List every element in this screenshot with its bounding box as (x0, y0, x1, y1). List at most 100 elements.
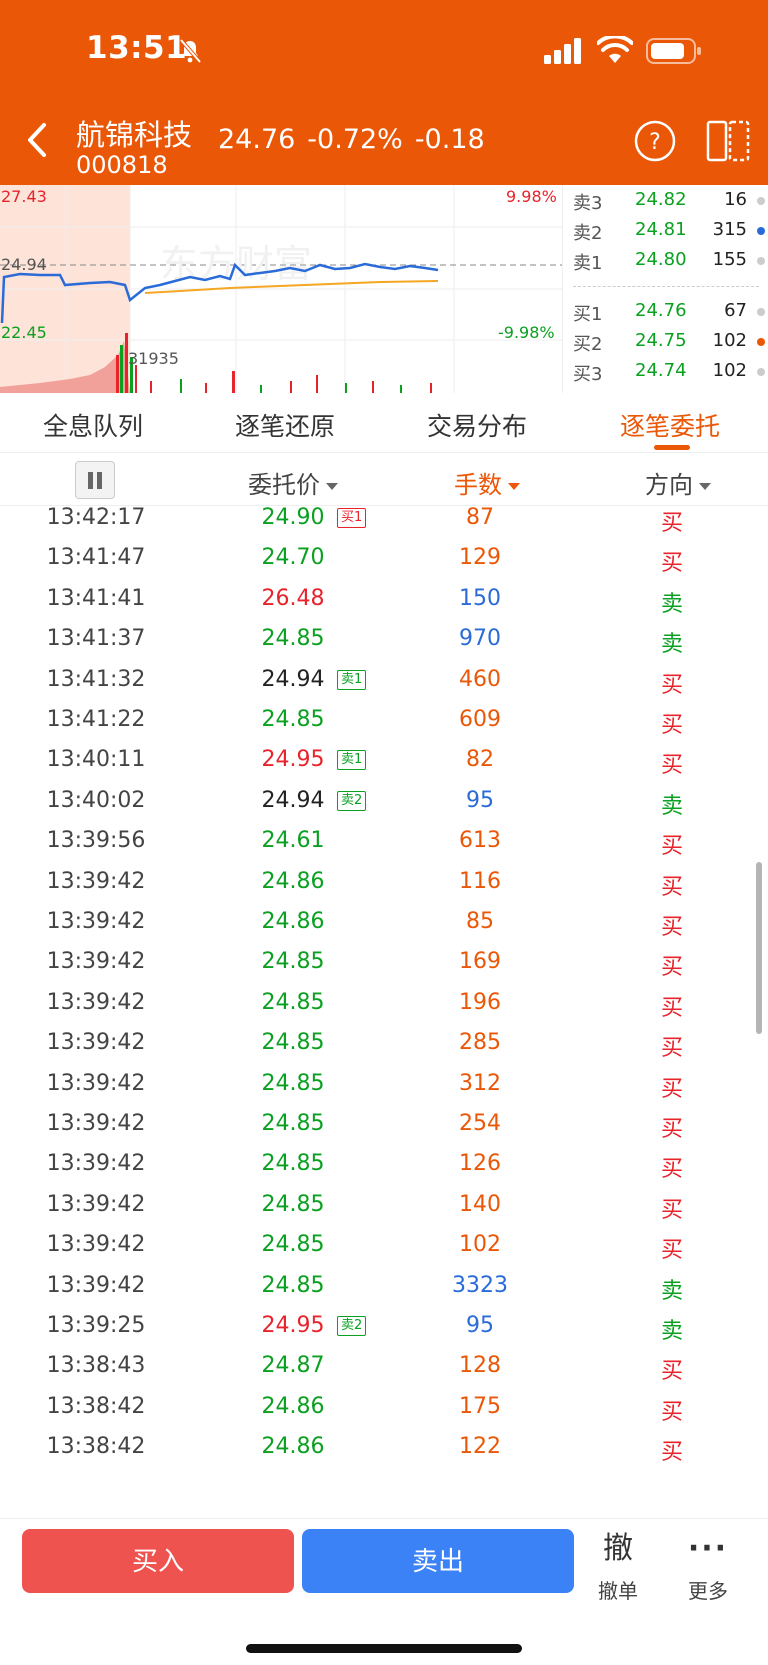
scrollbar[interactable] (756, 862, 762, 1034)
ask-dot (757, 197, 765, 205)
order-volume: 122 (459, 1434, 501, 1460)
order-volume: 95 (466, 787, 494, 813)
last-price: 24.76 (218, 124, 296, 155)
order-row[interactable]: 13:39:42 24.86 116 买 (0, 862, 768, 905)
tab-trade-distribution[interactable]: 交易分布 (427, 407, 527, 443)
ask-price: 24.82 (635, 189, 687, 210)
more-action[interactable]: ··· 更多 (668, 1529, 748, 1604)
order-price: 24.94 (261, 787, 325, 813)
bid-level: 买3 (573, 364, 603, 385)
bid-row: 买2 24.75 102 (573, 330, 765, 360)
intraday-mini-chart[interactable]: 东方财富 27.43 24.94 22.45 9.98% -9.98% 3193… (0, 185, 562, 393)
order-direction: 买 (660, 1117, 683, 1142)
order-row[interactable]: 13:39:42 24.85 140 买 (0, 1185, 768, 1228)
order-row[interactable]: 13:41:47 24.70 129 买 (0, 538, 768, 581)
ask-level: 卖1 (573, 253, 603, 274)
order-direction: 卖 (660, 1278, 683, 1304)
queue-position-badge: 卖1 (337, 669, 367, 690)
queue-position-badge: 卖2 (337, 790, 367, 811)
order-price: 24.85 (261, 1070, 325, 1096)
order-time: 13:39:42 (46, 1191, 146, 1217)
ask-dot (757, 227, 765, 235)
ask-volume: 315 (712, 219, 747, 240)
sell-button[interactable]: 卖出 (302, 1529, 574, 1593)
order-volume: 128 (459, 1353, 501, 1379)
tab-tick-orders[interactable]: 逐笔委托 (620, 407, 720, 443)
order-direction: 买 (660, 955, 683, 981)
order-direction: 买 (660, 915, 683, 940)
order-time: 13:39:56 (46, 828, 146, 854)
order-direction: 卖 (660, 793, 683, 819)
order-row[interactable]: 13:41:37 24.85 970 卖 (0, 619, 768, 662)
order-price: 24.85 (261, 1111, 325, 1136)
order-row[interactable]: 13:42:17 24.90 买1 87 买 (0, 506, 768, 541)
order-row[interactable]: 13:39:42 24.86 85 买 (0, 902, 768, 945)
buy-button[interactable]: 买入 (22, 1529, 294, 1593)
order-row[interactable]: 13:41:32 24.94 卖1 460 买 (0, 660, 768, 703)
order-row[interactable]: 13:39:42 24.85 312 买 (0, 1064, 768, 1107)
order-row[interactable]: 13:39:42 24.85 102 买 (0, 1225, 768, 1268)
order-row[interactable]: 13:40:02 24.94 卖2 95 卖 (0, 781, 768, 824)
order-time: 13:39:42 (46, 1111, 146, 1136)
switch-layout-icon[interactable] (706, 120, 752, 162)
ask-price: 24.80 (635, 249, 687, 270)
order-row[interactable]: 13:38:42 24.86 122 买 (0, 1427, 768, 1470)
pause-button[interactable] (75, 461, 115, 499)
order-row[interactable]: 13:38:42 24.86 175 买 (0, 1387, 768, 1430)
price-header-label: 委托价 (248, 471, 320, 499)
order-row[interactable]: 13:39:42 24.85 196 买 (0, 983, 768, 1026)
order-volume: 87 (466, 506, 494, 530)
order-row[interactable]: 13:39:42 24.85 126 买 (0, 1144, 768, 1187)
change-amount: -0.18 (414, 124, 485, 155)
tab-tick-restore[interactable]: 逐笔还原 (235, 407, 335, 443)
order-row[interactable]: 13:41:22 24.85 609 买 (0, 700, 768, 743)
price-column-header[interactable]: 委托价 (248, 465, 338, 500)
order-volume: 102 (459, 1232, 501, 1258)
order-time: 13:39:42 (46, 1272, 146, 1298)
order-time: 13:41:41 (46, 585, 146, 611)
home-indicator[interactable] (246, 1644, 522, 1653)
battery-icon (646, 38, 701, 64)
order-row[interactable]: 13:39:42 24.85 3323 卖 (0, 1266, 768, 1309)
ask-dot (757, 257, 765, 265)
order-volume: 82 (466, 747, 494, 773)
order-direction: 买 (660, 874, 683, 900)
order-list[interactable]: 13:42:17 24.90 买1 87 买 13:41:47 24.70 129 买 13:41… (0, 506, 768, 1518)
queue-position-badge: 卖1 (337, 750, 367, 771)
intraday-chart-svg: 东方财富 (0, 185, 562, 393)
order-time: 13:39:42 (46, 1030, 146, 1056)
order-row[interactable]: 13:39:42 24.85 254 买 (0, 1104, 768, 1147)
order-price: 24.85 (261, 989, 325, 1015)
order-book[interactable]: 卖3 24.82 16 卖2 24.81 315 卖1 24.80 155 买1… (562, 185, 768, 393)
order-time: 13:39:25 (46, 1313, 146, 1338)
volume-column-header[interactable]: 手数 (454, 465, 520, 500)
order-direction: 买 (660, 995, 683, 1021)
order-row[interactable]: 13:39:56 24.61 613 买 (0, 821, 768, 864)
back-arrow-icon[interactable] (24, 122, 54, 158)
order-direction: 买 (660, 1359, 683, 1385)
status-time: 13:51 (86, 30, 188, 66)
order-row[interactable]: 13:39:25 24.95 卖2 95 卖 (0, 1306, 768, 1349)
order-row[interactable]: 13:40:11 24.95 卖1 82 买 (0, 740, 768, 783)
order-price: 24.70 (261, 545, 325, 571)
order-row[interactable]: 13:38:43 24.87 128 买 (0, 1346, 768, 1389)
order-direction: 卖 (660, 1319, 683, 1344)
order-price: 24.87 (261, 1353, 325, 1379)
order-row[interactable]: 13:39:42 24.85 169 买 (0, 942, 768, 985)
tab-full-queue[interactable]: 全息队列 (43, 407, 143, 443)
low-price-label: 22.45 (1, 323, 47, 342)
order-direction: 买 (660, 1197, 683, 1223)
order-volume: 116 (459, 868, 501, 894)
direction-column-header[interactable]: 方向 (645, 465, 711, 500)
change-percent: -0.72% (307, 124, 403, 155)
order-volume: 196 (459, 989, 501, 1015)
order-volume: 312 (459, 1070, 501, 1096)
bid-price: 24.75 (635, 330, 687, 351)
cancel-order-action[interactable]: 撤 撤单 (578, 1529, 658, 1604)
help-icon[interactable]: ? (634, 120, 676, 162)
order-time: 13:41:37 (46, 626, 146, 652)
order-row[interactable]: 13:41:41 26.48 150 卖 (0, 579, 768, 622)
order-row[interactable]: 13:39:42 24.85 285 买 (0, 1023, 768, 1066)
order-volume: 254 (459, 1111, 501, 1136)
order-price: 24.85 (261, 1191, 325, 1217)
